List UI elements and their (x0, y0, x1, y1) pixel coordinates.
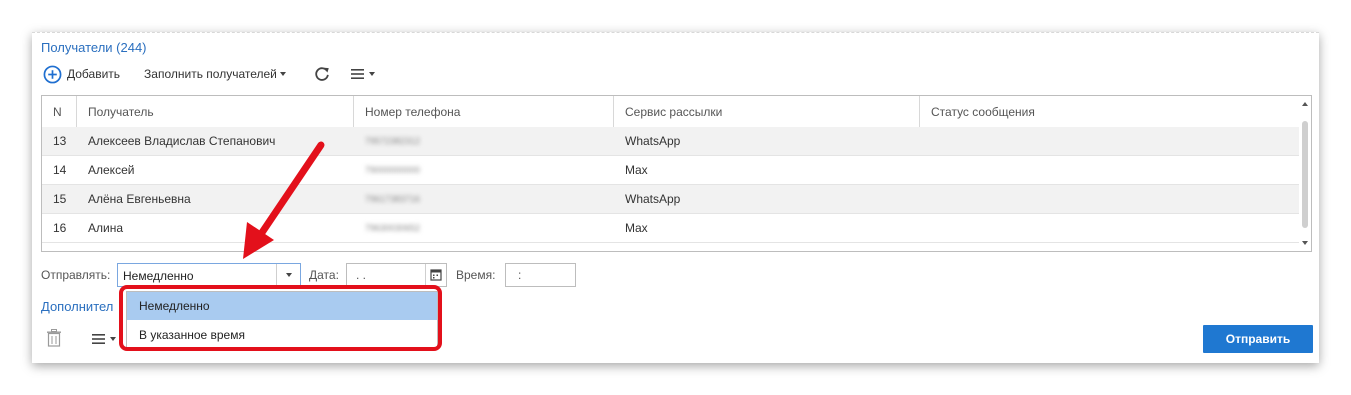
column-header-phone[interactable]: Номер телефона (354, 96, 614, 127)
send-button[interactable]: Отправить (1203, 325, 1313, 353)
bottom-menu-button[interactable] (91, 332, 116, 346)
add-button[interactable]: Добавить (43, 65, 120, 84)
message-status (920, 214, 1300, 242)
phone-number: 79572382312 (354, 127, 614, 155)
phone-number: 79630030652 (354, 214, 614, 242)
hamburger-icon (92, 334, 105, 344)
send-mode-dropdown-list: Немедленно В указанное время (126, 291, 438, 349)
option-scheduled[interactable]: В указанное время (127, 321, 437, 349)
time-value: : (518, 268, 522, 282)
column-header-recipient[interactable]: Получатель (77, 96, 354, 127)
scroll-down-icon[interactable] (1302, 241, 1308, 245)
send-mode-label: Отправлять: (41, 268, 111, 282)
table-scrollbar[interactable] (1299, 96, 1311, 251)
plus-circle-icon (43, 65, 62, 83)
column-header-n[interactable]: N (42, 96, 77, 127)
chevron-down-icon (368, 72, 375, 76)
table-header: N Получатель Номер телефона Сервис рассы… (42, 96, 1300, 128)
time-field[interactable]: : (505, 263, 576, 287)
fill-recipients-button[interactable]: Заполнить получателей (144, 67, 286, 81)
delivery-service: Max (625, 221, 648, 235)
additional-settings-link[interactable]: Дополнител (41, 299, 121, 314)
message-status (920, 127, 1300, 155)
phone-number-value: 79572382312 (365, 136, 421, 146)
scroll-up-icon[interactable] (1302, 102, 1308, 106)
recipients-title[interactable]: Получатели (244) (41, 40, 147, 55)
phone-number-value: 79617383716 (365, 194, 421, 204)
column-header-status[interactable]: Статус сообщения (920, 96, 1300, 127)
delivery-service: Max (625, 163, 648, 177)
table-row[interactable]: 16 Алина 79630030652 Max (42, 214, 1300, 243)
time-label: Время: (456, 268, 496, 282)
date-label: Дата: (309, 268, 339, 282)
delivery-service: WhatsApp (625, 192, 681, 206)
row-number: 13 (53, 134, 67, 148)
message-status (920, 156, 1300, 184)
delivery-service: WhatsApp (625, 134, 681, 148)
date-field[interactable]: . . (346, 263, 447, 287)
scrollbar-thumb[interactable] (1302, 121, 1308, 228)
row-number: 15 (53, 192, 67, 206)
recipient-name: Алёна Евгеньевна (88, 192, 191, 206)
add-button-label: Добавить (67, 67, 121, 81)
table-row[interactable]: 14 Алексей 79000000000 Max (42, 156, 1300, 185)
send-mode-value: Немедленно (123, 269, 194, 283)
send-mode-dropdown-button[interactable] (276, 264, 300, 286)
hamburger-icon (350, 69, 364, 79)
row-number: 14 (53, 163, 67, 177)
send-mode-select[interactable]: Немедленно (117, 263, 301, 287)
date-value: . . (356, 268, 367, 282)
table-row[interactable]: 13 Алексеев Владислав Степанович 7957238… (42, 127, 1300, 156)
recipients-toolbar: Добавить Заполнить получателей (43, 63, 375, 85)
calendar-icon (430, 269, 442, 281)
phone-number: 79617383716 (354, 185, 614, 213)
calendar-button[interactable] (425, 264, 446, 286)
row-number: 16 (53, 221, 67, 235)
toolbar-menu-button[interactable] (350, 67, 375, 81)
trash-icon[interactable] (46, 329, 62, 347)
fill-recipients-label: Заполнить получателей (144, 67, 277, 81)
recipient-name: Алексей (88, 163, 135, 177)
refresh-icon[interactable] (313, 65, 331, 83)
chevron-down-icon (279, 72, 286, 76)
column-header-service[interactable]: Сервис рассылки (614, 96, 920, 127)
chevron-down-icon (110, 337, 116, 341)
recipient-name: Алексеев Владислав Степанович (88, 134, 276, 148)
message-status (920, 185, 1300, 213)
recipients-table: N Получатель Номер телефона Сервис рассы… (41, 95, 1312, 252)
phone-number: 79000000000 (354, 156, 614, 184)
option-immediately[interactable]: Немедленно (127, 292, 437, 320)
table-row[interactable]: 15 Алёна Евгеньевна 79617383716 WhatsApp (42, 185, 1300, 214)
recipient-name: Алина (88, 221, 124, 235)
send-options-row: Отправлять: Немедленно Дата: . . Время: … (41, 263, 641, 287)
phone-number-value: 79630030652 (365, 223, 421, 233)
chevron-down-icon (286, 273, 292, 277)
phone-number-value: 79000000000 (365, 165, 421, 175)
